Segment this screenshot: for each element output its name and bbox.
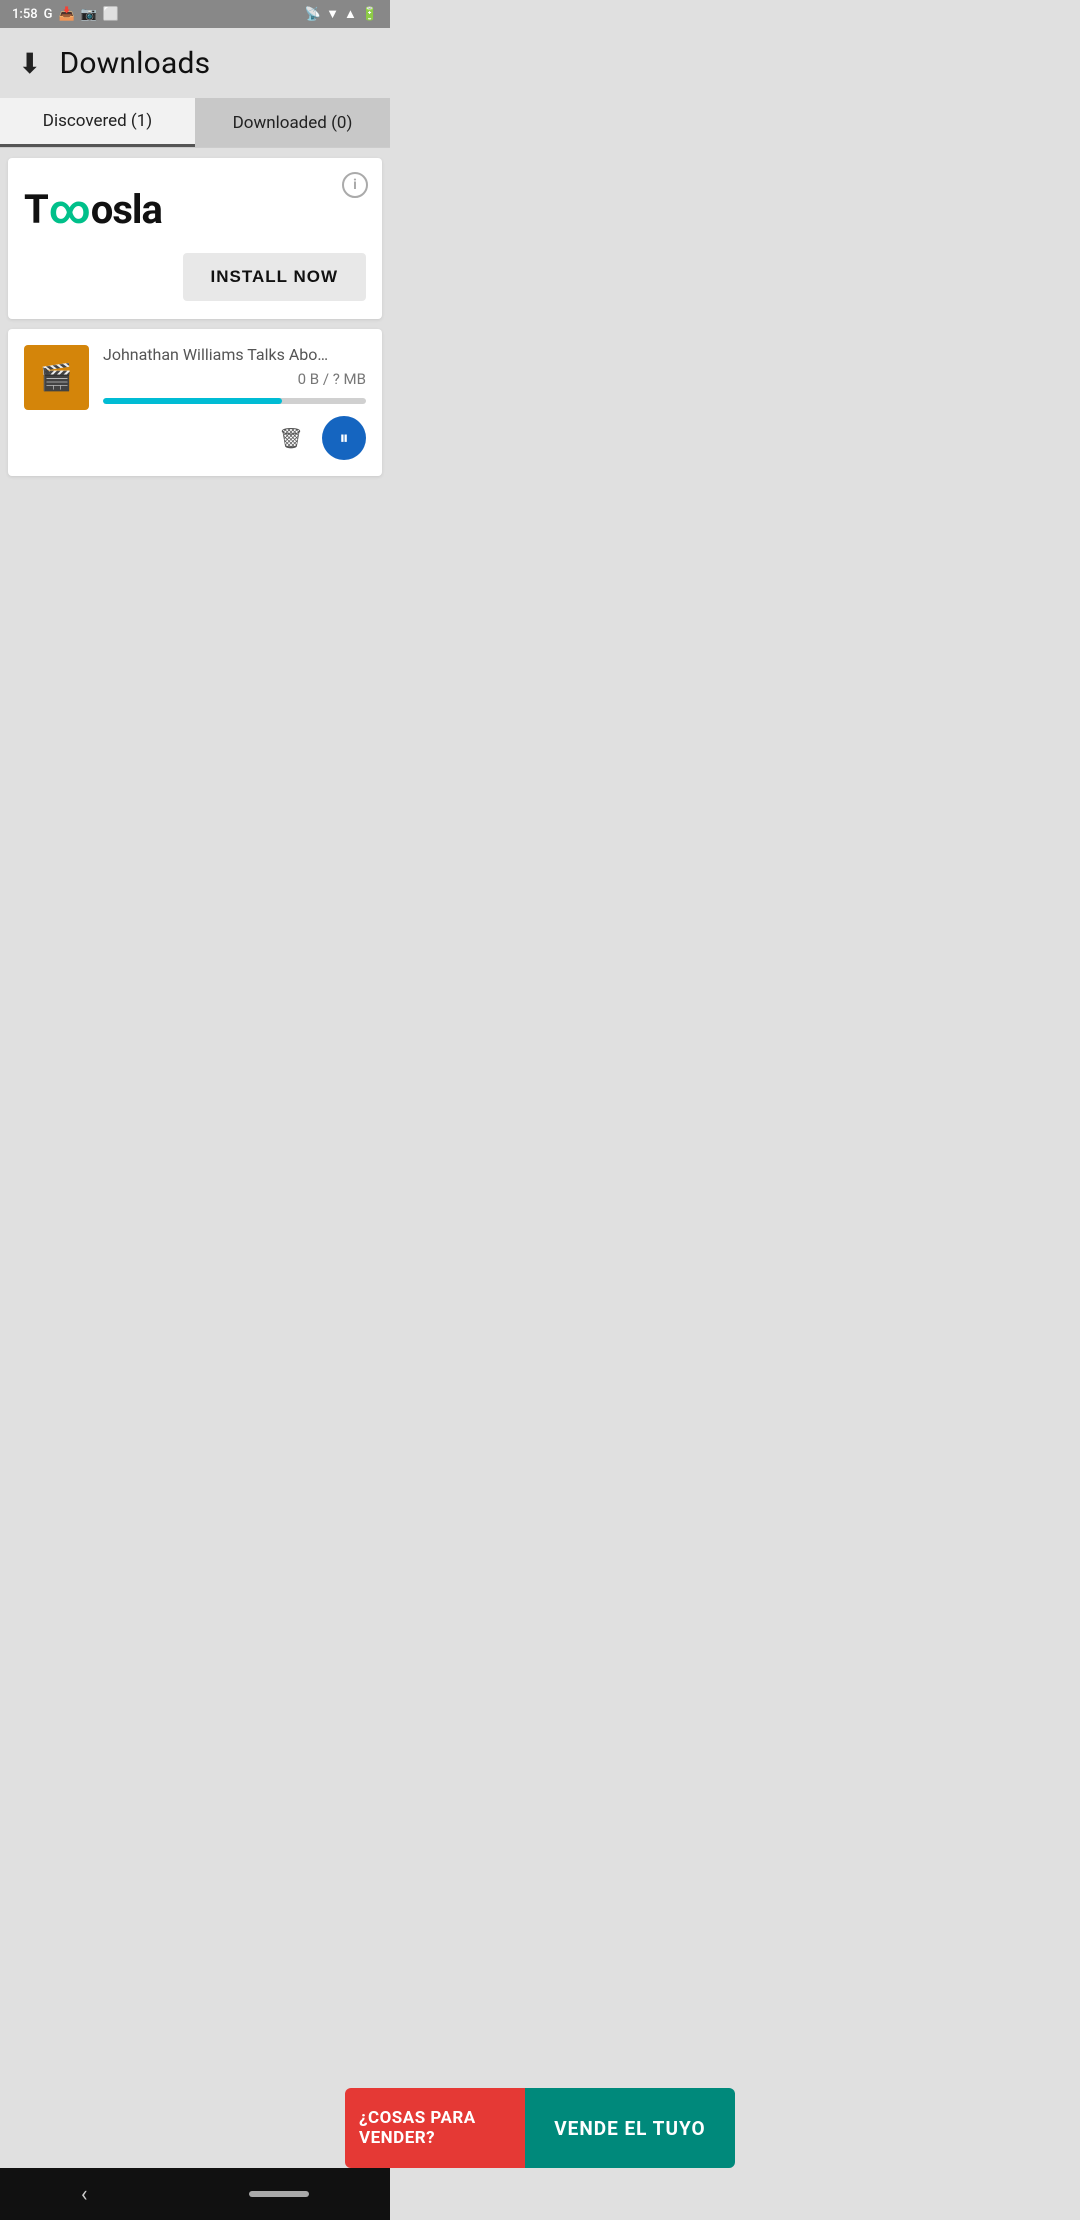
install-now-button[interactable]: INSTALL NOW bbox=[183, 253, 366, 301]
page-title: Downloads bbox=[59, 46, 210, 81]
tab-downloaded[interactable]: Downloaded (0) bbox=[195, 98, 390, 147]
square-icon: ⬜ bbox=[103, 7, 119, 22]
tabs-container: Discovered (1) Downloaded (0) bbox=[0, 98, 390, 148]
ad-banner-left[interactable]: ¿COSAS PARA VENDER? bbox=[345, 2088, 525, 2168]
camera-icon: 📷 bbox=[81, 7, 97, 22]
header-download-icon: ⬇ bbox=[18, 47, 41, 80]
progress-bar-track bbox=[103, 398, 366, 404]
download-info: Johnathan Williams Talks About Playing… … bbox=[103, 345, 366, 460]
delete-button[interactable]: 🗑 bbox=[272, 419, 310, 457]
signal-icon: ▲ bbox=[344, 6, 357, 22]
google-icon: G bbox=[44, 7, 53, 22]
battery-icon: 🔋 bbox=[362, 7, 378, 22]
pause-icon: ⏸ bbox=[340, 428, 349, 449]
cast-icon: 📡 bbox=[305, 7, 321, 22]
tab-discovered[interactable]: Discovered (1) bbox=[0, 98, 195, 147]
info-icon[interactable]: i bbox=[342, 172, 368, 198]
ad-banner[interactable]: ¿COSAS PARA VENDER? VENDE EL TUYO bbox=[345, 2088, 735, 2168]
video-thumbnail: 🎬 bbox=[24, 345, 89, 410]
download-size: 0 B / ? MB bbox=[103, 370, 366, 388]
trash-icon: 🗑 bbox=[278, 426, 303, 450]
cards-container: i T∞osla INSTALL NOW 🎬 Johnathan William… bbox=[0, 148, 390, 486]
infinity-icon: ∞ bbox=[49, 186, 90, 233]
brand-logo: T∞osla bbox=[24, 186, 366, 233]
progress-bar-fill bbox=[103, 398, 282, 404]
status-time: 1:58 bbox=[12, 7, 38, 22]
pause-button[interactable]: ⏸ bbox=[322, 416, 366, 460]
bottom-nav: ‹ bbox=[0, 2168, 390, 2220]
video-camera-icon: 🎬 bbox=[40, 363, 72, 393]
download-title: Johnathan Williams Talks About Playing… bbox=[103, 345, 333, 364]
wifi-icon: ▼ bbox=[326, 6, 339, 22]
install-button-row: INSTALL NOW bbox=[24, 253, 366, 301]
status-bar: 1:58 G 📥 📷 ⬜ 📡 ▼ ▲ 🔋 bbox=[0, 0, 390, 28]
ad-card: i T∞osla INSTALL NOW bbox=[8, 158, 382, 319]
home-pill[interactable] bbox=[249, 2191, 309, 2197]
header: ⬇ Downloads bbox=[0, 28, 390, 98]
download-item-card: 🎬 Johnathan Williams Talks About Playing… bbox=[8, 329, 382, 476]
download-actions: 🗑 ⏸ bbox=[103, 416, 366, 460]
status-right: 📡 ▼ ▲ 🔋 bbox=[305, 6, 378, 22]
download-notif-icon: 📥 bbox=[58, 7, 74, 22]
back-button[interactable]: ‹ bbox=[81, 2182, 88, 2207]
ad-banner-right[interactable]: VENDE EL TUYO bbox=[525, 2088, 735, 2168]
status-left: 1:58 G 📥 📷 ⬜ bbox=[12, 7, 119, 22]
main-content-area bbox=[0, 486, 390, 986]
